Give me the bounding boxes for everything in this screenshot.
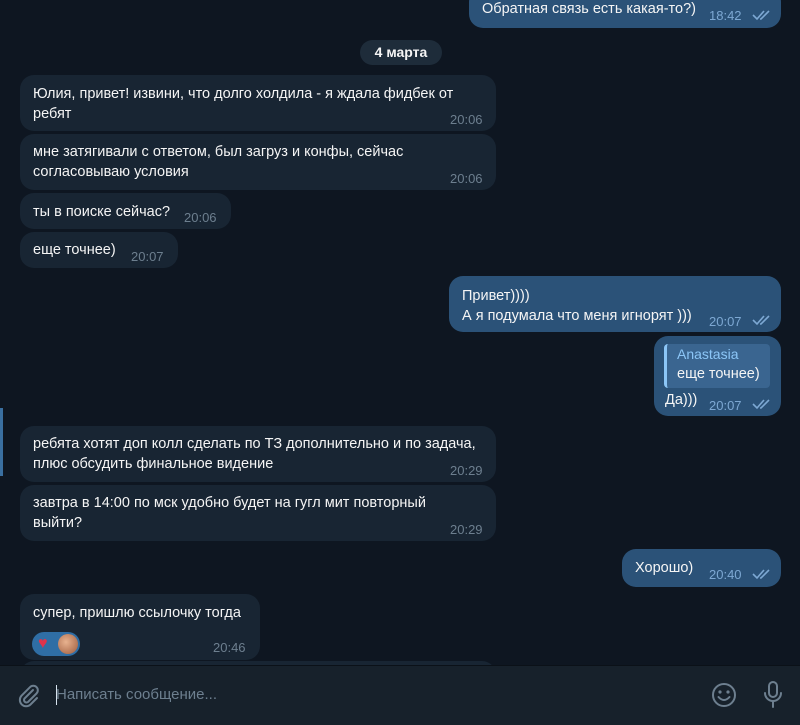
message-time: 20:46 (213, 640, 246, 655)
message-time: 20:29 (450, 463, 483, 478)
reactor-avatar (58, 634, 78, 654)
message-time: 20:07 (709, 314, 742, 329)
message-bubble-incoming[interactable]: завтра в 14:00 по мск удобно будет на гу… (20, 485, 496, 541)
message-time: 20:07 (131, 249, 164, 264)
reply-quote[interactable]: Anastasia еще точнее) (664, 344, 770, 388)
paperclip-icon[interactable] (15, 682, 41, 708)
message-text: ты в поиске сейчас? (33, 204, 171, 220)
reply-text: еще точнее) (677, 366, 760, 382)
message-text: Да))) (665, 392, 698, 408)
message-text: мне затягивали с ответом, был загруз и к… (33, 144, 404, 180)
message-text: завтра в 14:00 по мск удобно будет на гу… (33, 495, 426, 531)
reply-author: Anastasia (677, 346, 739, 362)
message-text: ребята хотят доп колл сделать по ТЗ допо… (33, 436, 476, 472)
scrollbar[interactable] (794, 0, 800, 665)
message-text: Юлия, привет! извини, что долго холдила … (33, 86, 454, 122)
date-divider: 4 марта (360, 40, 442, 65)
message-text: Хорошо) (635, 560, 694, 576)
message-bubble-outgoing-reply[interactable]: Anastasia еще точнее) Да))) 20:07 (654, 336, 781, 416)
message-composer: Написать сообщение... (0, 665, 800, 725)
message-text: супер, пришлю ссылочку тогда (33, 605, 241, 621)
message-time: 20:29 (450, 522, 483, 537)
double-check-icon (752, 399, 770, 410)
double-check-icon (752, 569, 770, 580)
message-text: Привет)))) А я подумала что меня игнорят… (462, 288, 692, 324)
message-time: 20:06 (450, 112, 483, 127)
message-bubble-incoming[interactable]: мне затягивали с ответом, был загруз и к… (20, 134, 496, 190)
message-time: 18:42 (709, 8, 742, 23)
message-time: 20:06 (184, 210, 217, 225)
message-text: еще точнее) (33, 242, 116, 258)
message-bubble-outgoing[interactable]: Хорошо) 20:40 (622, 549, 781, 587)
message-bubble-incoming[interactable]: супер, пришлю ссылочку тогда ♥ 20:46 (20, 594, 260, 660)
selection-indicator (0, 408, 3, 476)
message-bubble-incoming[interactable]: Юлия, привет! извини, что долго холдила … (20, 75, 496, 131)
microphone-icon[interactable] (760, 680, 786, 710)
heart-icon: ♥ (38, 635, 48, 652)
double-check-icon (752, 315, 770, 326)
message-text: Обратная связь есть какая-то?) (482, 1, 696, 17)
double-check-icon (752, 10, 770, 21)
message-time: 20:06 (450, 171, 483, 186)
message-time: 20:40 (709, 567, 742, 582)
chat-area[interactable]: Обратная связь есть какая-то?) 18:42 4 м… (0, 0, 800, 665)
smile-icon[interactable] (710, 681, 738, 709)
message-bubble-incoming[interactable]: ребята хотят доп колл сделать по ТЗ допо… (20, 426, 496, 482)
message-bubble-outgoing[interactable]: Привет)))) А я подумала что меня игнорят… (449, 276, 781, 332)
message-bubble-incoming[interactable]: ты в поиске сейчас? 20:06 (20, 193, 231, 229)
message-input[interactable]: Написать сообщение... (56, 682, 676, 708)
message-bubble-outgoing[interactable]: Обратная связь есть какая-то?) 18:42 (469, 0, 781, 28)
message-time: 20:07 (709, 398, 742, 413)
message-bubble-incoming[interactable]: еще точнее) 20:07 (20, 232, 178, 268)
reaction-badge[interactable]: ♥ (32, 632, 80, 656)
